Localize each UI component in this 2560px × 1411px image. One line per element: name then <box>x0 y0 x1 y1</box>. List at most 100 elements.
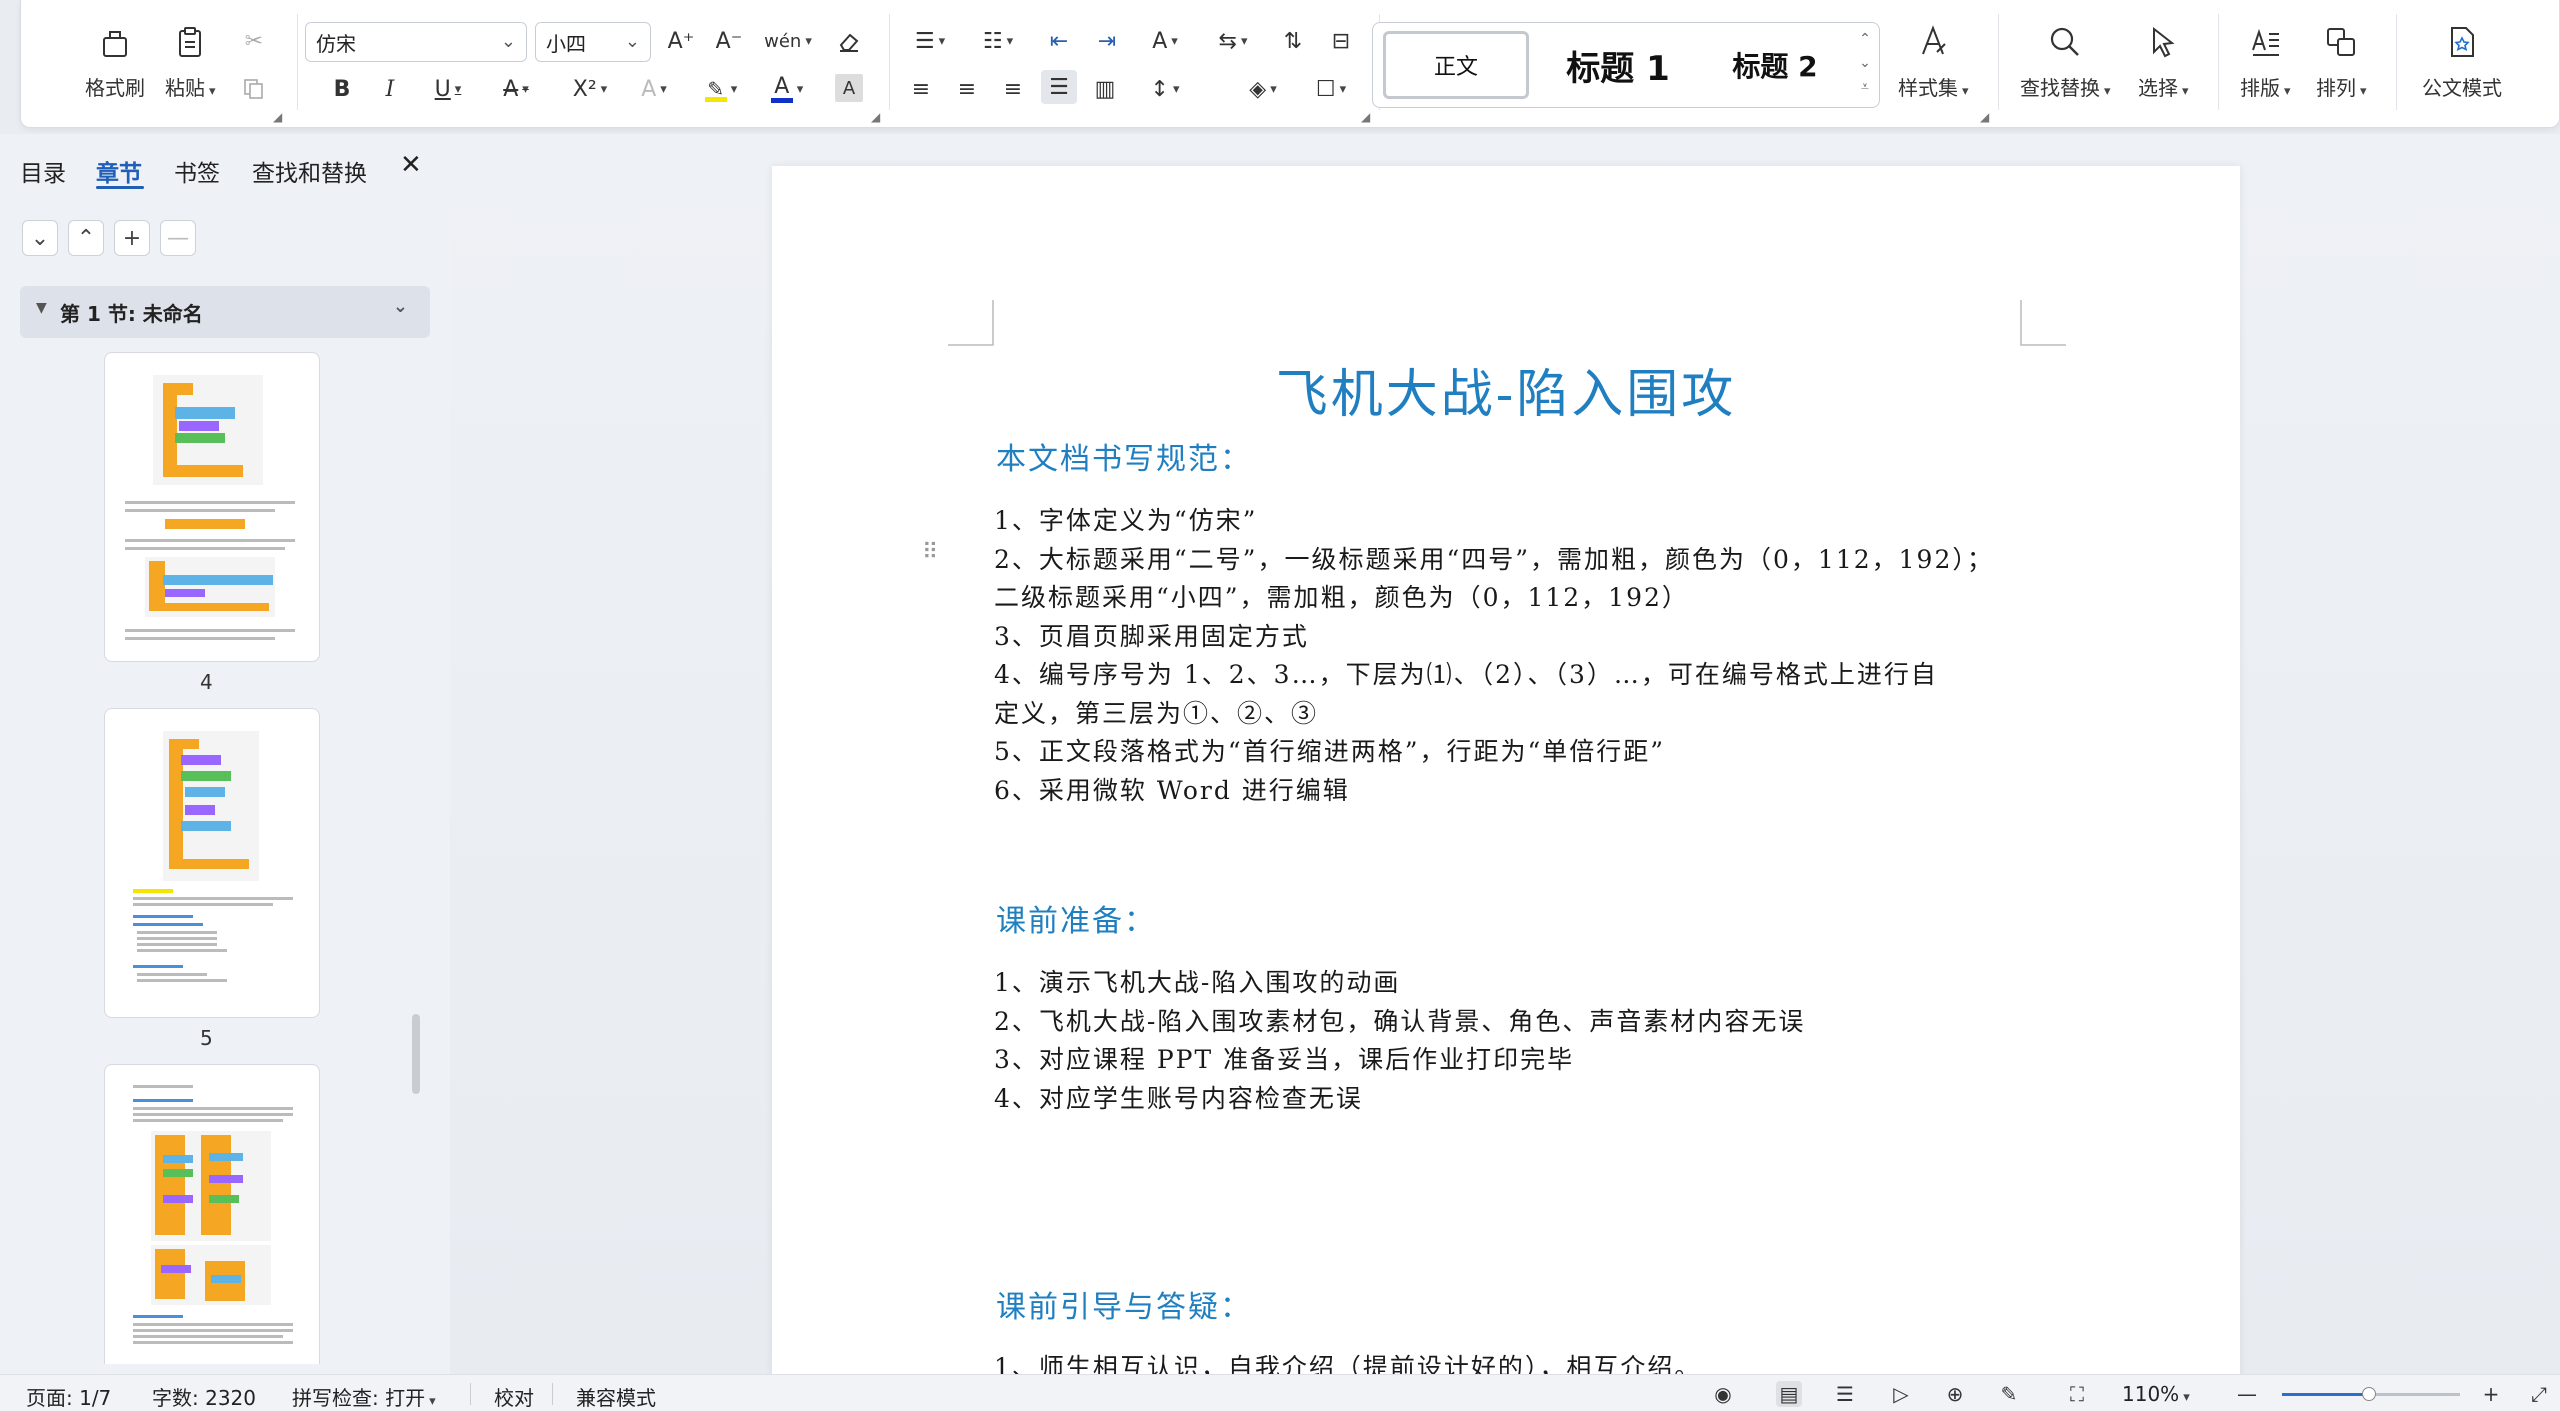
proofread-button[interactable]: 校对 <box>494 1382 534 1411</box>
indent-icon: ⇥ <box>1097 28 1117 54</box>
style-heading2[interactable]: 标题 2 <box>1705 31 1845 99</box>
chevron-down-icon[interactable]: ⌄ <box>1857 51 1873 75</box>
add-section-icon[interactable]: + <box>114 220 150 256</box>
mixed-layout-button[interactable]: ⇆ ▾ <box>1207 24 1259 58</box>
layout-button[interactable]: 排版 ▾ <box>2240 22 2291 101</box>
fullscreen-icon[interactable]: ⤢ <box>2526 1381 2552 1407</box>
bold-button[interactable]: B <box>327 72 357 106</box>
align-left-button[interactable]: ≡ <box>905 72 937 106</box>
drag-handle-icon[interactable]: ⠿ <box>922 540 938 565</box>
pinyin-guide-button[interactable]: wén ▾ <box>759 24 817 58</box>
page-thumbnail-5[interactable] <box>104 708 320 1018</box>
chevron-down-icon: ▾ <box>522 81 529 97</box>
document-page[interactable]: 飞机大战-陷入围攻 本文档书写规范： ⠿ 1、字体定义为“仿宋” 2、大标题采用… <box>772 166 2240 1382</box>
grow-font-button[interactable]: A⁺ <box>663 24 699 58</box>
justify-button[interactable]: ☰ <box>1041 70 1077 104</box>
style-normal-label: 正文 <box>1433 55 1478 80</box>
play-icon[interactable]: ▷ <box>1888 1381 1914 1407</box>
gallery-expand-icon[interactable]: ⩡ <box>1857 75 1873 99</box>
chevron-down-icon[interactable]: ⌄ <box>393 296 408 317</box>
panel-scrollbar[interactable] <box>412 1014 420 1094</box>
official-doc-mode-button[interactable]: 公文模式 <box>2422 22 2502 101</box>
chevron-down-icon[interactable]: ⌄ <box>22 220 58 256</box>
font-size-combo[interactable]: 小四 ⌄ <box>535 22 651 62</box>
underline-button[interactable]: U ▾ <box>423 72 473 106</box>
line-spacing-button[interactable]: ↕ ▾ <box>1139 72 1191 106</box>
strikethrough-button[interactable]: A ▾ <box>491 72 541 106</box>
tab-toc[interactable]: 目录 <box>20 154 66 188</box>
cut-icon[interactable]: ✂ <box>237 24 271 58</box>
format-painter-button[interactable]: 格式刷 <box>85 22 145 101</box>
text-effect-button[interactable]: A ▾ <box>629 72 679 106</box>
page-thumbnail-4[interactable] <box>104 352 320 662</box>
justify-icon: ☰ <box>1049 74 1069 100</box>
word-count[interactable]: 字数: 2320 <box>152 1382 256 1411</box>
show-marks-button[interactable]: ⊟ <box>1323 24 1359 58</box>
section-heading: 本文档书写规范： <box>996 442 1252 477</box>
distributed-button[interactable]: ▥ <box>1089 72 1121 106</box>
chevron-down-icon: ▾ <box>2360 84 2367 99</box>
copy-icon[interactable] <box>237 72 271 106</box>
tab-sections[interactable]: 章节 <box>96 154 142 188</box>
page-view-icon[interactable]: ▤ <box>1776 1381 1802 1407</box>
cursor-arrow-icon <box>2143 22 2183 62</box>
bullets-button[interactable]: ☰ ▾ <box>905 24 955 58</box>
paragraph-dialog-launcher-icon[interactable]: ◢ <box>1361 110 1370 124</box>
format-painter-icon <box>95 22 135 62</box>
zoom-slider[interactable] <box>2282 1387 2460 1401</box>
zoom-out-icon[interactable]: — <box>2234 1381 2260 1407</box>
chevron-down-icon: ▾ <box>1240 33 1248 49</box>
page-thumbnail-6[interactable] <box>104 1064 320 1364</box>
fit-page-icon[interactable]: ⛶ <box>2064 1381 2090 1407</box>
align-right-button[interactable]: ≡ <box>997 72 1029 106</box>
font-color-button[interactable]: A ▾ <box>761 72 813 106</box>
increase-indent-button[interactable]: ⇥ <box>1089 24 1125 58</box>
decrease-indent-button[interactable]: ⇤ <box>1041 24 1077 58</box>
font-dialog-launcher-icon[interactable]: ◢ <box>871 110 880 124</box>
arrange-button[interactable]: 排列 ▾ <box>2316 22 2367 101</box>
body-line: 1、演示飞机大战-陷入围攻的动画 <box>994 968 1401 997</box>
chevron-down-icon: ▾ <box>209 84 216 99</box>
pen-icon[interactable]: ✎ <box>1996 1381 2022 1407</box>
find-replace-button[interactable]: 查找替换 ▾ <box>2020 22 2111 101</box>
chevron-up-icon[interactable]: ⌃ <box>68 220 104 256</box>
paste-button[interactable]: 粘贴 ▾ <box>165 22 216 101</box>
tab-bookmarks[interactable]: 书签 <box>174 154 220 188</box>
zoom-slider-thumb[interactable] <box>2362 1387 2376 1401</box>
spell-check-toggle[interactable]: 拼写检查: 打开 ▾ <box>292 1382 436 1411</box>
highlight-button[interactable]: ✎ ▾ <box>695 72 747 106</box>
clipboard-dialog-launcher-icon[interactable]: ◢ <box>273 110 282 124</box>
zoom-in-icon[interactable]: + <box>2478 1381 2504 1407</box>
align-center-button[interactable]: ≡ <box>951 72 983 106</box>
font-name-combo[interactable]: 仿宋 ⌄ <box>305 22 527 62</box>
section-header[interactable]: ▼ 第 1 节: 未命名 ⌄ <box>20 286 430 338</box>
superscript-button[interactable]: X² ▾ <box>561 72 619 106</box>
select-button[interactable]: 选择 ▾ <box>2138 22 2189 101</box>
char-shading-button[interactable]: A <box>835 74 863 102</box>
style-heading1[interactable]: 标题 1 <box>1543 31 1693 99</box>
text-direction-button[interactable]: A ▾ <box>1139 24 1191 58</box>
chevron-down-icon: ▾ <box>454 81 462 97</box>
zoom-level[interactable]: 110% ▾ <box>2122 1382 2190 1406</box>
paste-label: 粘贴 <box>165 76 205 100</box>
gallery-scroll[interactable]: ⌃ ⌄ ⩡ <box>1857 27 1873 99</box>
styles-dialog-launcher-icon[interactable]: ◢ <box>1980 110 1989 124</box>
chevron-up-icon[interactable]: ⌃ <box>1857 27 1873 51</box>
remove-section-icon[interactable]: — <box>160 220 196 256</box>
clear-format-button[interactable] <box>831 24 867 58</box>
borders-button[interactable]: ☐ ▾ <box>1303 72 1359 106</box>
web-view-icon[interactable]: ⊕ <box>1942 1381 1968 1407</box>
sort-button[interactable]: ⇅ <box>1275 24 1311 58</box>
eye-icon[interactable]: ◉ <box>1710 1381 1736 1407</box>
tab-find-replace[interactable]: 查找和替换 <box>252 154 367 188</box>
shading-button[interactable]: ◈ ▾ <box>1235 72 1291 106</box>
body-line: 3、页眉页脚采用固定方式 <box>994 622 1309 651</box>
style-set-button[interactable]: 样式集 ▾ <box>1898 22 1969 101</box>
numbering-button[interactable]: ☷ ▾ <box>973 24 1023 58</box>
page-indicator[interactable]: 页面: 1/7 <box>26 1382 111 1411</box>
shrink-font-button[interactable]: A⁻ <box>711 24 747 58</box>
outline-view-icon[interactable]: ☰ <box>1832 1381 1858 1407</box>
italic-button[interactable]: I <box>375 72 405 106</box>
close-icon[interactable]: ✕ <box>400 150 422 180</box>
style-normal[interactable]: 正文 <box>1383 31 1529 99</box>
